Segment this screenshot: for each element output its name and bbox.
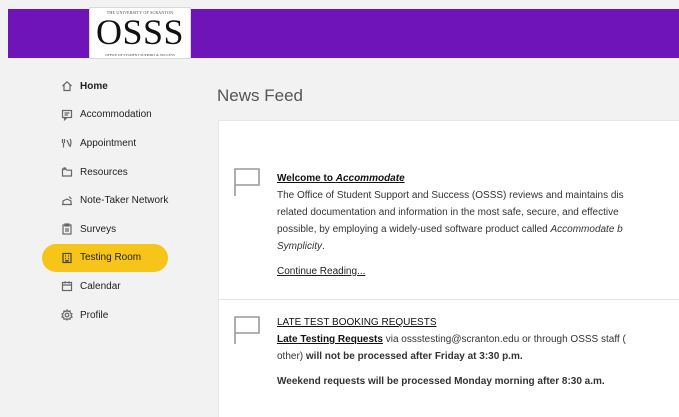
calendar-icon xyxy=(60,280,73,293)
sidebar-item-label: Resources xyxy=(80,166,128,178)
post-divider xyxy=(219,299,679,300)
logo-main-text: OSSS xyxy=(95,12,185,52)
page-title: News Feed xyxy=(217,86,303,105)
gear-icon xyxy=(60,309,73,322)
post-title-link[interactable]: LATE TEST BOOKING REQUESTS xyxy=(277,314,679,331)
flag-icon xyxy=(232,166,262,198)
post-text-line: Symplicity. xyxy=(277,241,325,252)
sidebar-item-label: Appointment xyxy=(80,137,137,149)
logo-office-text: OFFICE OF STUDENT SUPPORT & SUCCESS xyxy=(105,53,175,57)
chat-icon xyxy=(60,108,73,121)
sidebar-item-label: Profile xyxy=(80,309,109,321)
osss-logo[interactable]: THE UNIVERSITY OF SCRANTON OSSS OFFICE O… xyxy=(89,7,191,59)
sidebar-item-resources[interactable]: Resources xyxy=(42,158,177,187)
note-icon xyxy=(60,194,73,207)
news-feed-panel: Welcome to Accommodate The Office of Stu… xyxy=(218,120,679,417)
post-text-line: related documentation and information in… xyxy=(277,207,619,218)
sidebar-nav: Home Accommodation Appointment Resources… xyxy=(42,72,177,329)
sidebar-item-label: Testing Room xyxy=(80,252,142,264)
sidebar-item-testing-room[interactable]: Testing Room xyxy=(42,243,168,273)
post-text-line: other) will not be processed after Frida… xyxy=(277,351,523,362)
post-text-line: The Office of Student Support and Succes… xyxy=(277,190,624,201)
sidebar-item-calendar[interactable]: Calendar xyxy=(42,272,177,301)
post-text-line: possible, by employing a widely-used sof… xyxy=(277,224,623,235)
post-text-line: Late Testing Requests via ossstesting@sc… xyxy=(277,334,626,345)
post-body: LATE TEST BOOKING REQUESTS Late Testing … xyxy=(277,314,679,390)
sidebar-item-appointment[interactable]: Appointment xyxy=(42,129,177,158)
sidebar-item-surveys[interactable]: Surveys xyxy=(42,215,177,244)
continue-reading-link[interactable]: Continue Reading... xyxy=(277,263,365,280)
clipboard-icon xyxy=(60,223,73,236)
sidebar-item-label: Note-Taker Network xyxy=(80,195,169,207)
building-icon xyxy=(60,251,73,264)
sidebar-item-label: Surveys xyxy=(80,223,117,235)
sidebar-item-accommodation[interactable]: Accommodation xyxy=(42,101,177,130)
sidebar-item-label: Home xyxy=(80,80,108,92)
sidebar-item-profile[interactable]: Profile xyxy=(42,301,177,330)
post-body: Welcome to Accommodate The Office of Stu… xyxy=(277,170,679,280)
sidebar-item-label: Accommodation xyxy=(80,109,152,121)
sidebar-item-label: Calendar xyxy=(80,280,121,292)
sidebar-item-note-taker-network[interactable]: Note-Taker Network xyxy=(42,186,177,215)
post-text-line: Weekend requests will be processed Monda… xyxy=(277,376,605,387)
sidebar-item-home[interactable]: Home xyxy=(42,72,177,101)
flag-icon xyxy=(232,314,262,346)
late-testing-requests-link[interactable]: Late Testing Requests xyxy=(277,334,383,345)
home-icon xyxy=(60,80,73,93)
appointment-icon xyxy=(60,137,73,150)
post-title-link[interactable]: Welcome to Accommodate xyxy=(277,170,679,187)
folder-icon xyxy=(60,166,73,179)
